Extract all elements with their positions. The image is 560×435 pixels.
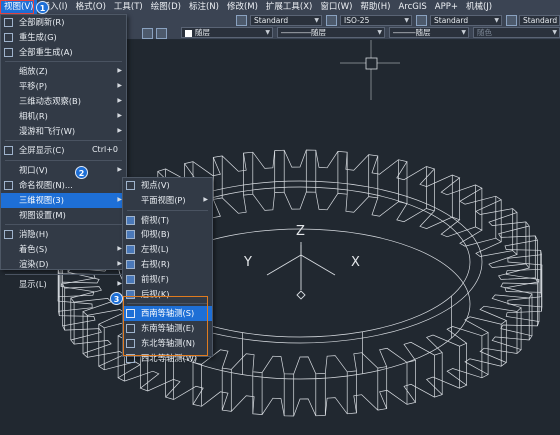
submenu-top[interactable]: 俯视(T) <box>123 213 212 228</box>
menu-item-named-views[interactable]: 命名视图(N)... <box>1 178 126 193</box>
submenu-left[interactable]: 左视(L) <box>123 242 212 257</box>
text-style-select[interactable]: Standard ▼ <box>250 15 322 26</box>
menu-help[interactable]: 帮助(H) <box>356 0 394 14</box>
submenu-plan-view[interactable]: 平面视图(P) ▶ <box>123 193 212 208</box>
linetype-select[interactable]: ――――随层 ▼ <box>277 27 385 38</box>
lineweight-select[interactable]: ―――随层 ▼ <box>389 27 469 38</box>
submenu-sw-isometric[interactable]: 西南等轴测(S) <box>123 306 212 322</box>
menu-item-display[interactable]: 显示(L) ▶ <box>1 277 126 292</box>
submenu-back[interactable]: 后视(K) <box>123 287 212 302</box>
color-swatch-icon <box>185 29 192 37</box>
step-badge-1: 1 <box>36 1 49 14</box>
redraw-icon <box>4 18 13 27</box>
left-view-icon <box>126 245 135 255</box>
menu-item-regen[interactable]: 重生成(G) <box>1 30 126 45</box>
menu-app-plus[interactable]: APP+ <box>431 0 462 14</box>
ucs-icon <box>266 242 336 300</box>
sw-iso-icon <box>126 309 135 319</box>
menu-tools[interactable]: 工具(T) <box>110 0 147 14</box>
text-style-icon[interactable] <box>236 15 247 26</box>
menu-item-hide[interactable]: 消隐(H) <box>1 227 126 242</box>
submenu-ne-isometric[interactable]: 东北等轴测(N) <box>123 336 212 351</box>
menubar: 视图(V) 插入(I) 格式(O) 工具(T) 绘图(D) 标注(N) 修改(M… <box>0 0 560 14</box>
layer-tool-icon[interactable] <box>142 28 153 39</box>
mleader-style-icon[interactable] <box>506 15 517 26</box>
submenu-front[interactable]: 前视(F) <box>123 272 212 287</box>
menu-item-shade[interactable]: 着色(S) ▶ <box>1 242 126 257</box>
regenall-icon <box>4 47 13 57</box>
axis-x-label: X <box>351 255 360 270</box>
menu-arcgis[interactable]: ArcGIS <box>394 0 430 14</box>
back-view-icon <box>126 289 135 299</box>
cursor-pickbox <box>365 57 378 70</box>
menu-item-3d-orbit[interactable]: 三维动态观察(B) ▶ <box>1 94 126 109</box>
layer-state-icon[interactable] <box>156 28 167 39</box>
ne-iso-icon <box>126 338 135 348</box>
menu-item-3d-views[interactable]: 三维视图(3) ▶ <box>1 192 126 208</box>
view-menu: 全部刷新(R) 重生成(G) 全部重生成(A) 缩放(Z) ▶ 平移(P) ▶ 三维… <box>0 14 127 289</box>
menu-window[interactable]: 窗口(W) <box>316 0 356 14</box>
table-style-select[interactable]: Standard ▼ <box>430 15 502 26</box>
table-style-icon[interactable] <box>416 15 427 26</box>
submenu-right[interactable]: 右视(R) <box>123 257 212 272</box>
menu-item-fullscreen[interactable]: 全屏显示(C) Ctrl+0 <box>1 143 126 158</box>
viewpoint-icon <box>126 181 135 190</box>
menu-format[interactable]: 格式(O) <box>72 0 110 14</box>
menu-item-pan[interactable]: 平移(P) ▶ <box>1 79 126 94</box>
fullscreen-icon <box>4 146 13 156</box>
right-view-icon <box>126 259 135 269</box>
hide-icon <box>4 230 13 240</box>
front-view-icon <box>126 274 135 284</box>
submenu-bottom[interactable]: 仰视(B) <box>123 227 212 242</box>
menu-item-render[interactable]: 渲染(D) ▶ <box>1 257 126 272</box>
named-view-icon <box>4 180 13 190</box>
mleader-style-select[interactable]: Standard <box>519 15 560 26</box>
se-iso-icon <box>126 324 135 334</box>
plotstyle-select[interactable]: 随色 ▼ <box>473 27 560 38</box>
axis-z-label: Z <box>296 224 305 239</box>
top-view-icon <box>126 215 135 225</box>
nw-iso-icon <box>126 353 135 363</box>
menu-dimension[interactable]: 标注(N) <box>185 0 223 14</box>
menu-item-viewports[interactable]: 视口(V) ▶ <box>1 163 126 178</box>
menu-extend-tools[interactable]: 扩展工具(X) <box>262 0 316 14</box>
menu-item-camera[interactable]: 相机(R) ▶ <box>1 109 126 124</box>
menu-item-view-settings[interactable]: 视图设置(M) <box>1 208 126 223</box>
menu-mechanical[interactable]: 机械(J) <box>462 0 496 14</box>
menu-item-walk-fly[interactable]: 漫游和飞行(W) ▶ <box>1 124 126 139</box>
regen-icon <box>4 32 13 42</box>
bottom-view-icon <box>126 230 135 240</box>
dim-style-icon[interactable] <box>326 15 337 26</box>
dim-style-select[interactable]: ISO-25 ▼ <box>340 15 412 26</box>
step-badge-2: 2 <box>75 166 88 179</box>
menu-modify[interactable]: 修改(M) <box>223 0 262 14</box>
submenu-nw-isometric[interactable]: 西北等轴测(W) <box>123 351 212 366</box>
menu-item-redraw-all[interactable]: 全部刷新(R) <box>1 15 126 30</box>
submenu-se-isometric[interactable]: 东南等轴测(E) <box>123 321 212 336</box>
menu-view[interactable]: 视图(V) <box>0 0 38 14</box>
menu-draw[interactable]: 绘图(D) <box>147 0 185 14</box>
3d-views-submenu: 视点(V) 平面视图(P) ▶ 俯视(T) 仰视(B) 左视(L) 右视(R) 前… <box>122 177 213 363</box>
color-select[interactable]: 随层 ▼ <box>181 27 273 38</box>
step-badge-3: 3 <box>110 292 123 305</box>
menu-item-regen-all[interactable]: 全部重生成(A) <box>1 45 126 60</box>
submenu-viewpoint[interactable]: 视点(V) <box>123 178 212 193</box>
menu-item-zoom[interactable]: 缩放(Z) ▶ <box>1 64 126 79</box>
axis-y-label: Y <box>244 255 252 270</box>
